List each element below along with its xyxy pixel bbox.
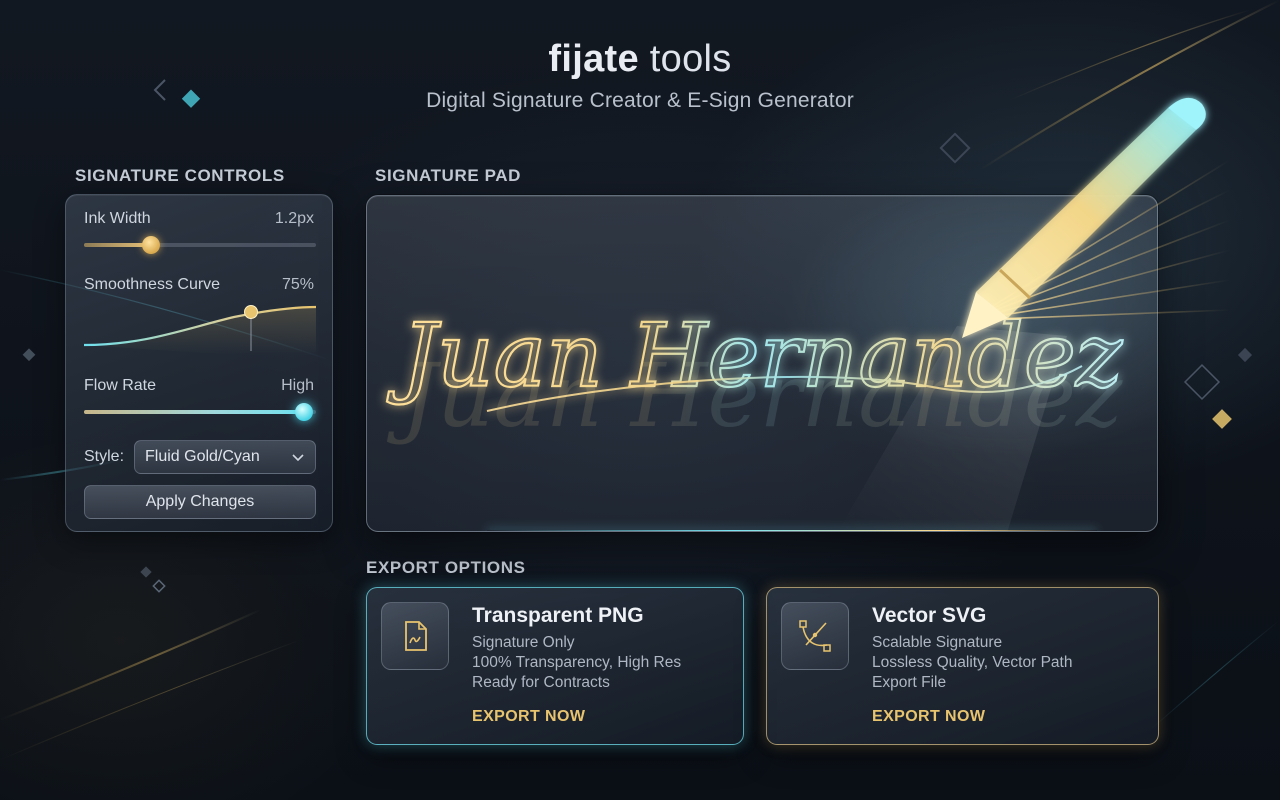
brand-suffix: tools: [649, 38, 732, 80]
flow-rate-slider-knob[interactable]: [295, 403, 314, 421]
export-svg-button[interactable]: EXPORT NOW: [872, 708, 985, 726]
png-card-line: Signature Only: [472, 634, 575, 651]
brand-name: fijate: [548, 38, 639, 80]
export-png-button[interactable]: EXPORT NOW: [472, 708, 585, 726]
export-card-svg[interactable]: Vector SVG Scalable Signature Lossless Q…: [766, 587, 1159, 745]
flow-rate-row: Flow Rate High: [84, 377, 314, 395]
image-file-icon: [381, 602, 449, 670]
flow-rate-slider-fill: [84, 410, 305, 414]
brand-logo: fijate tools: [0, 38, 1280, 81]
smoothness-row: Smoothness Curve 75%: [84, 276, 314, 294]
ink-width-value: 1.2px: [274, 210, 314, 227]
png-card-line: Ready for Contracts: [472, 674, 610, 691]
svg-card-line: Lossless Quality, Vector Path: [872, 654, 1073, 671]
smoothness-curve-handle[interactable]: [244, 305, 258, 319]
style-row: Style: Fluid Gold/Cyan: [84, 440, 316, 474]
pad-section-title: SIGNATURE PAD: [375, 166, 522, 185]
pad-glow-edge: [487, 530, 1097, 531]
bezier-pen-icon: [781, 602, 849, 670]
style-selected-value: Fluid Gold/Cyan: [145, 448, 260, 465]
smoothness-label: Smoothness Curve: [84, 276, 221, 293]
png-card-line: 100% Transparency, High Res: [472, 654, 682, 671]
flow-rate-slider[interactable]: [84, 403, 316, 421]
signature-controls-panel: Ink Width 1.2px Smoothness Curve 75% Flo…: [65, 194, 333, 532]
flow-rate-value: High: [281, 377, 314, 394]
png-card-title: Transparent PNG: [472, 604, 644, 627]
ink-width-row: Ink Width 1.2px: [84, 210, 314, 228]
ink-width-label: Ink Width: [84, 210, 151, 227]
smoothness-curve-editor[interactable]: [84, 299, 316, 355]
svg-card-line: Export File: [872, 674, 947, 691]
apply-changes-button[interactable]: Apply Changes: [84, 485, 316, 519]
ink-width-slider-fill: [84, 243, 152, 247]
style-select[interactable]: Fluid Gold/Cyan: [134, 440, 316, 474]
export-card-png[interactable]: Transparent PNG Signature Only 100% Tran…: [366, 587, 744, 745]
export-section-title: EXPORT OPTIONS: [366, 558, 526, 577]
ink-width-slider[interactable]: [84, 236, 316, 254]
svg-card-title: Vector SVG: [872, 604, 987, 627]
ink-width-slider-knob[interactable]: [142, 236, 161, 254]
controls-section-title: SIGNATURE CONTROLS: [75, 166, 285, 185]
stylus-pen-icon: [962, 97, 1230, 338]
svg-card-line: Scalable Signature: [872, 634, 1003, 651]
smoothness-value: 75%: [281, 276, 314, 293]
flow-rate-label: Flow Rate: [84, 377, 157, 394]
chevron-down-icon: [292, 454, 304, 462]
style-label: Style:: [84, 448, 125, 465]
